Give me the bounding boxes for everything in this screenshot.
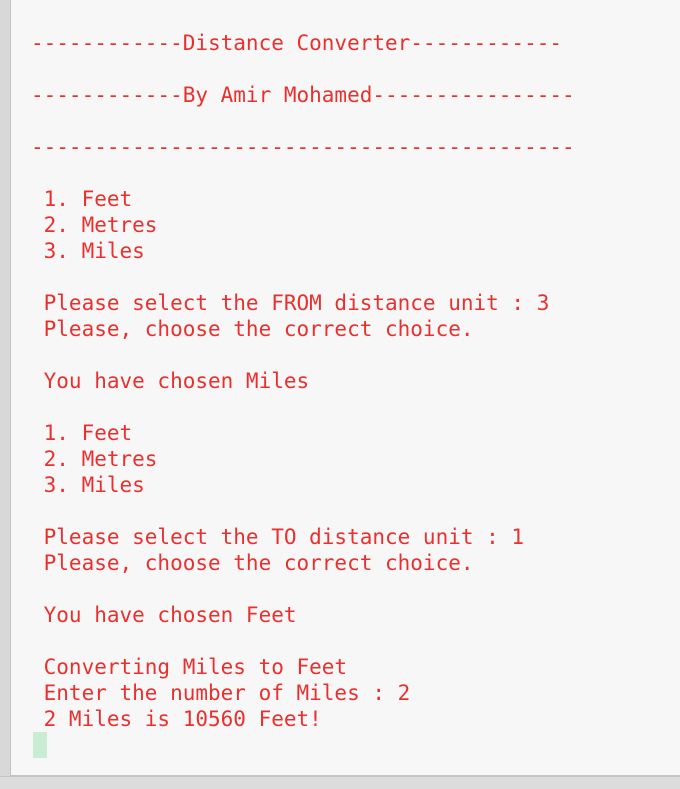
console-line-chosen-to: You have chosen Feet	[31, 603, 297, 627]
console-line-choice-message: Please, choose the correct choice.	[31, 317, 474, 341]
console-line-menu-feet: 1. Feet	[31, 187, 133, 211]
bottom-scrollbar-track[interactable]	[0, 776, 680, 789]
console-line-to-prompt: Please select the TO distance unit : 1	[31, 525, 525, 549]
console-line-from-prompt: Please select the FROM distance unit : 3	[31, 291, 550, 315]
console-line-choice-message: Please, choose the correct choice.	[31, 551, 474, 575]
console-line-separator: ----------------------------------------…	[31, 135, 575, 159]
console-line-chosen-from: You have chosen Miles	[31, 369, 310, 393]
console-line-result: 2 Miles is 10560 Feet!	[31, 707, 322, 731]
console-line-menu-metres: 2. Metres	[31, 213, 158, 237]
console-line-converting: Converting Miles to Feet	[31, 655, 348, 679]
console-line-menu-miles: 3. Miles	[31, 239, 145, 263]
text-cursor[interactable]	[33, 732, 47, 758]
console-line-menu-miles: 3. Miles	[31, 473, 145, 497]
console-line-title: ------------Distance Converter----------…	[31, 31, 563, 55]
console-line-author: ------------By Amir Mohamed-------------…	[31, 83, 575, 107]
console-output[interactable]: ------------Distance Converter----------…	[10, 0, 680, 776]
console-line-menu-metres: 2. Metres	[31, 447, 158, 471]
console-line-enter-number: Enter the number of Miles : 2	[31, 681, 411, 705]
console-line-menu-feet: 1. Feet	[31, 421, 133, 445]
